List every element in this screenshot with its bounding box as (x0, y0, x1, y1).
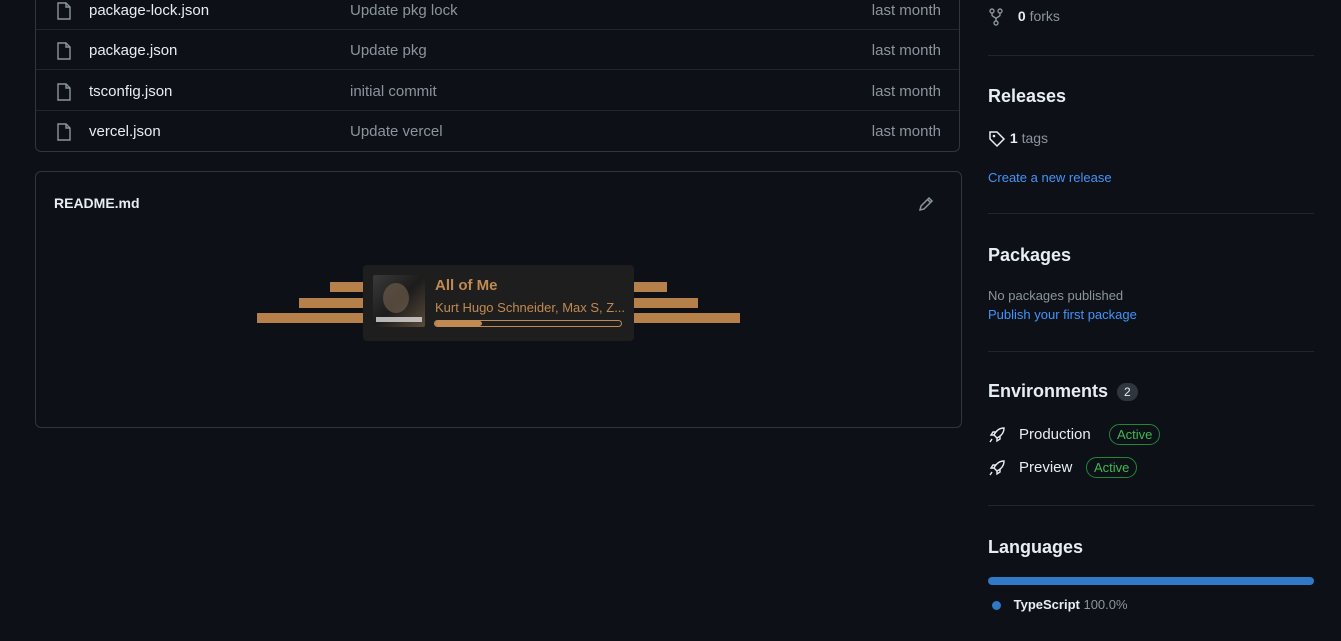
environments-heading[interactable]: Environments 2 (988, 381, 1138, 402)
file-icon (57, 42, 71, 60)
divider (988, 351, 1314, 352)
divider (988, 213, 1314, 214)
visualizer-bar (330, 282, 364, 292)
environments-title: Environments (988, 381, 1109, 401)
file-icon (57, 83, 71, 101)
file-icon (57, 2, 71, 20)
file-row[interactable]: vercel.json Update vercel last month (36, 111, 959, 151)
file-list: package-lock.json Update pkg lock last m… (35, 0, 960, 152)
publish-package-link[interactable]: Publish your first package (988, 307, 1137, 322)
commit-date: last month (871, 42, 941, 59)
forks-stat[interactable]: 0 forks (988, 8, 1060, 26)
readme-title[interactable]: README.md (54, 195, 140, 211)
environments-count: 2 (1117, 383, 1138, 402)
no-packages-text: No packages published (988, 288, 1124, 303)
releases-heading[interactable]: Releases (988, 86, 1066, 107)
tags-label: tags (1021, 130, 1049, 146)
song-progress (434, 320, 622, 327)
status-badge: Active (1086, 457, 1138, 478)
visualizer-bar (633, 282, 667, 292)
commit-message[interactable]: Update vercel (350, 123, 443, 140)
commit-date: last month (871, 2, 941, 19)
file-row[interactable]: package-lock.json Update pkg lock last m… (36, 0, 959, 30)
now-playing-card[interactable]: All of Me Kurt Hugo Schneider, Max S, Z.… (363, 265, 634, 341)
language-bar (988, 577, 1314, 585)
file-icon (57, 123, 71, 141)
file-row[interactable]: tsconfig.json initial commit last month (36, 71, 959, 111)
song-artist: Kurt Hugo Schneider, Max S, Z... (435, 300, 626, 315)
forks-count: 0 (1017, 8, 1026, 24)
commit-date: last month (871, 123, 941, 140)
environment-name[interactable]: Preview (1019, 459, 1072, 476)
status-badge: Active (1109, 424, 1161, 445)
tags-count: 1 (1009, 130, 1018, 146)
commit-message[interactable]: Update pkg lock (350, 2, 458, 19)
album-cover (373, 275, 425, 327)
file-name[interactable]: tsconfig.json (89, 83, 172, 100)
environment-name[interactable]: Production (1019, 426, 1091, 443)
commit-date: last month (871, 83, 941, 100)
visualizer-bar (633, 298, 698, 308)
rocket-icon (989, 427, 1005, 443)
fork-icon (989, 8, 1003, 26)
visualizer-bar (299, 298, 364, 308)
language-name: TypeScript (1013, 597, 1080, 612)
commit-message[interactable]: initial commit (350, 83, 437, 100)
song-progress-fill (435, 321, 482, 326)
visualizer-bar (257, 313, 364, 323)
tag-icon (989, 131, 1006, 148)
forks-label: forks (1029, 8, 1060, 24)
divider (988, 505, 1314, 506)
packages-heading[interactable]: Packages (988, 245, 1071, 266)
language-color-dot (992, 601, 1001, 611)
language-percent: 100.0% (1083, 597, 1128, 612)
rocket-icon (989, 460, 1005, 476)
file-row[interactable]: package.json Update pkg last month (36, 30, 959, 70)
commit-message[interactable]: Update pkg (350, 42, 427, 59)
pencil-icon[interactable] (917, 195, 935, 213)
file-name[interactable]: package-lock.json (89, 2, 209, 19)
tags-stat[interactable]: 1 tags (988, 130, 1048, 148)
song-title: All of Me (435, 277, 498, 294)
language-item[interactable]: TypeScript 100.0% (992, 597, 1128, 612)
languages-heading: Languages (988, 537, 1084, 557)
divider (988, 55, 1314, 56)
file-name[interactable]: vercel.json (89, 123, 161, 140)
visualizer-bar (633, 313, 740, 323)
file-name[interactable]: package.json (89, 42, 177, 59)
create-release-link[interactable]: Create a new release (988, 170, 1112, 185)
